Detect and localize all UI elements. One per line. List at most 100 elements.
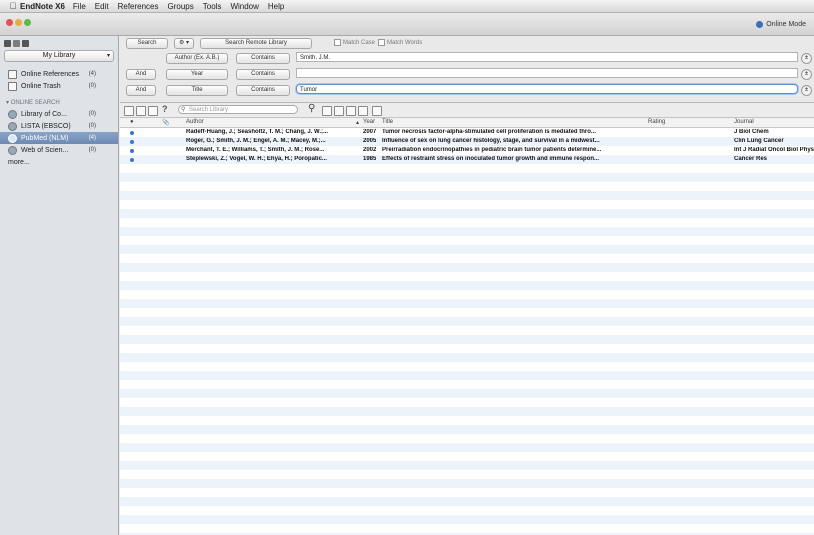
sidebar-item-online-references[interactable]: Online References (4) [0,68,118,80]
globe-icon [756,21,764,28]
table-row[interactable]: Roger, G.; Smith, J. M.; Engel, A. M.; M… [120,137,814,146]
match-case-checkbox[interactable]: Match Case [334,39,375,46]
show-all-references-icon[interactable] [124,106,134,116]
search-field-select-2[interactable]: Year [166,69,228,80]
sidebar-item-online-trash[interactable]: Online Trash (0) [0,80,118,92]
sidebar-item-label: Library of Co... [21,110,67,118]
sidebar-item-web-of-science[interactable]: Web of Scien... (0) [0,144,118,156]
journal-cell: Int J Radiat Oncol Biol Phys [734,147,814,153]
journal-column-header[interactable]: Journal [734,119,754,125]
sidebar-item-count: (0) [88,123,96,129]
quick-search-input[interactable]: ⚲ Search Library [178,105,298,114]
window-titlebar: Online Mode [0,13,814,36]
table-header: ● 📎 Author ▴ Year Title Rating Journal [120,118,814,128]
sidebar-item-label: Online References [21,70,79,78]
search-value-input-2[interactable] [296,68,798,78]
library-select[interactable]: My Library ▾ [4,50,114,62]
search-options-button[interactable]: ⚙ ▾ [174,38,194,49]
online-search-mode-icon[interactable] [13,39,20,47]
online-database-icon [8,145,17,155]
magnifier-icon[interactable]: ⚲ [308,103,315,114]
menu-edit[interactable]: Edit [95,2,109,11]
search-scope-value: Search Remote Library [225,40,287,46]
sidebar-more-link[interactable]: more... [0,156,118,168]
checkbox-icon [334,39,341,46]
search-button[interactable]: Search [126,38,168,49]
sidebar-item-label: Web of Scien... [21,146,69,154]
menu-help[interactable]: Help [268,2,284,11]
app-menu[interactable]: EndNote X6 [20,2,65,11]
sidebar-item-lista-ebsco[interactable]: LISTA (EBSCO) (0) [0,120,118,132]
minimize-window-button[interactable] [15,19,22,26]
author-column-header[interactable]: Author [186,119,204,125]
table-row[interactable]: Steplewski, Z.; Vogel, W. H.; Ehya, H.; … [120,155,814,164]
year-column-header[interactable]: Year [363,119,375,125]
apple-menu-icon[interactable]:  [6,1,20,11]
add-remove-row-button-2[interactable]: ± [801,69,812,80]
author-cell: Merchant, T. E.; Williams, T.; Smith, J.… [186,147,325,153]
reference-table: ● 📎 Author ▴ Year Title Rating Journal R… [120,118,814,535]
format-bibliography-icon[interactable] [358,106,368,116]
search-field-select-3[interactable]: Title [166,85,228,96]
table-row[interactable]: Radeff-Huang, J.; Seasholtz, T. M.; Chan… [120,128,814,137]
open-link-icon[interactable] [334,106,344,116]
search-value-input-1[interactable]: Smith, J.M. [296,52,798,62]
search-operator-select-2[interactable]: Contains [236,69,290,80]
online-database-icon [8,133,17,143]
online-search-header[interactable]: ▾ ONLINE SEARCH [0,98,118,108]
references-icon [8,69,17,79]
rating-column-header[interactable]: Rating [648,119,665,125]
local-library-mode-icon[interactable] [4,39,11,47]
menu-file[interactable]: File [73,2,86,11]
online-mode-button[interactable]: Online Mode [756,21,806,28]
title-cell: Preirradiation endocrinopathies in pedia… [382,147,602,153]
add-remove-row-button-3[interactable]: ± [801,85,812,96]
groups-sidebar: My Library ▾ Online References (4) Onlin… [0,36,119,535]
quick-search-placeholder: Search Library [189,107,229,113]
search-operator-select-3[interactable]: Contains [236,85,290,96]
boolean-select-3[interactable]: And [126,85,156,96]
search-scope-select[interactable]: Search Remote Library [200,38,312,49]
title-column-header[interactable]: Title [382,119,393,125]
sidebar-item-label: LISTA (EBSCO) [21,122,71,130]
author-cell: Steplewski, Z.; Vogel, W. H.; Ehya, H.; … [186,156,327,162]
menu-references[interactable]: References [118,2,159,11]
help-icon[interactable]: ? [162,104,168,114]
search-field-select-1[interactable]: Author (Ex. A.B.) [166,53,228,64]
hide-selected-references-icon[interactable] [148,106,158,116]
journal-cell: J Biol Chem [734,129,769,135]
sidebar-item-count: (4) [88,135,96,141]
unread-dot-icon [130,131,134,135]
insert-citation-icon[interactable] [346,106,356,116]
year-cell: 2005 [363,138,377,144]
menu-bar:  EndNote X6 File Edit References Groups… [0,0,814,13]
title-cell: Effects of restraint stress on inoculate… [382,156,600,162]
table-row[interactable]: Merchant, T. E.; Williams, T.; Smith, J.… [120,146,814,155]
menu-tools[interactable]: Tools [203,2,222,11]
word-icon[interactable] [372,106,382,116]
search-value-input-3[interactable]: Tumor [296,84,798,94]
sort-indicator-icon: ▴ [356,120,360,126]
menu-window[interactable]: Window [230,2,258,11]
sidebar-toolbar [0,36,118,50]
match-words-checkbox[interactable]: Match Words [378,39,422,46]
close-window-button[interactable] [6,19,13,26]
journal-cell: Clin Lung Cancer [734,138,784,144]
online-database-icon [8,121,17,131]
more-label: more... [8,158,30,166]
add-remove-row-button-1[interactable]: ± [801,53,812,64]
sidebar-item-pubmed[interactable]: PubMed (NLM) (4) [0,132,118,144]
find-full-text-icon[interactable] [322,106,332,116]
boolean-select-2[interactable]: And [126,69,156,80]
menu-groups[interactable]: Groups [168,2,194,11]
attachment-column-icon[interactable]: 📎 [162,119,169,126]
show-selected-references-icon[interactable] [136,106,146,116]
read-status-column-icon[interactable]: ● [130,119,134,125]
library-select-value: My Library [42,52,76,59]
search-operator-select-1[interactable]: Contains [236,53,290,64]
sidebar-item-library-of-congress[interactable]: Library of Co... (0) [0,108,118,120]
trash-icon [8,81,17,91]
search-panel: Search ⚙ ▾ Search Remote Library Match C… [120,36,814,103]
zoom-window-button[interactable] [24,19,31,26]
integrated-library-mode-icon[interactable] [22,39,29,47]
